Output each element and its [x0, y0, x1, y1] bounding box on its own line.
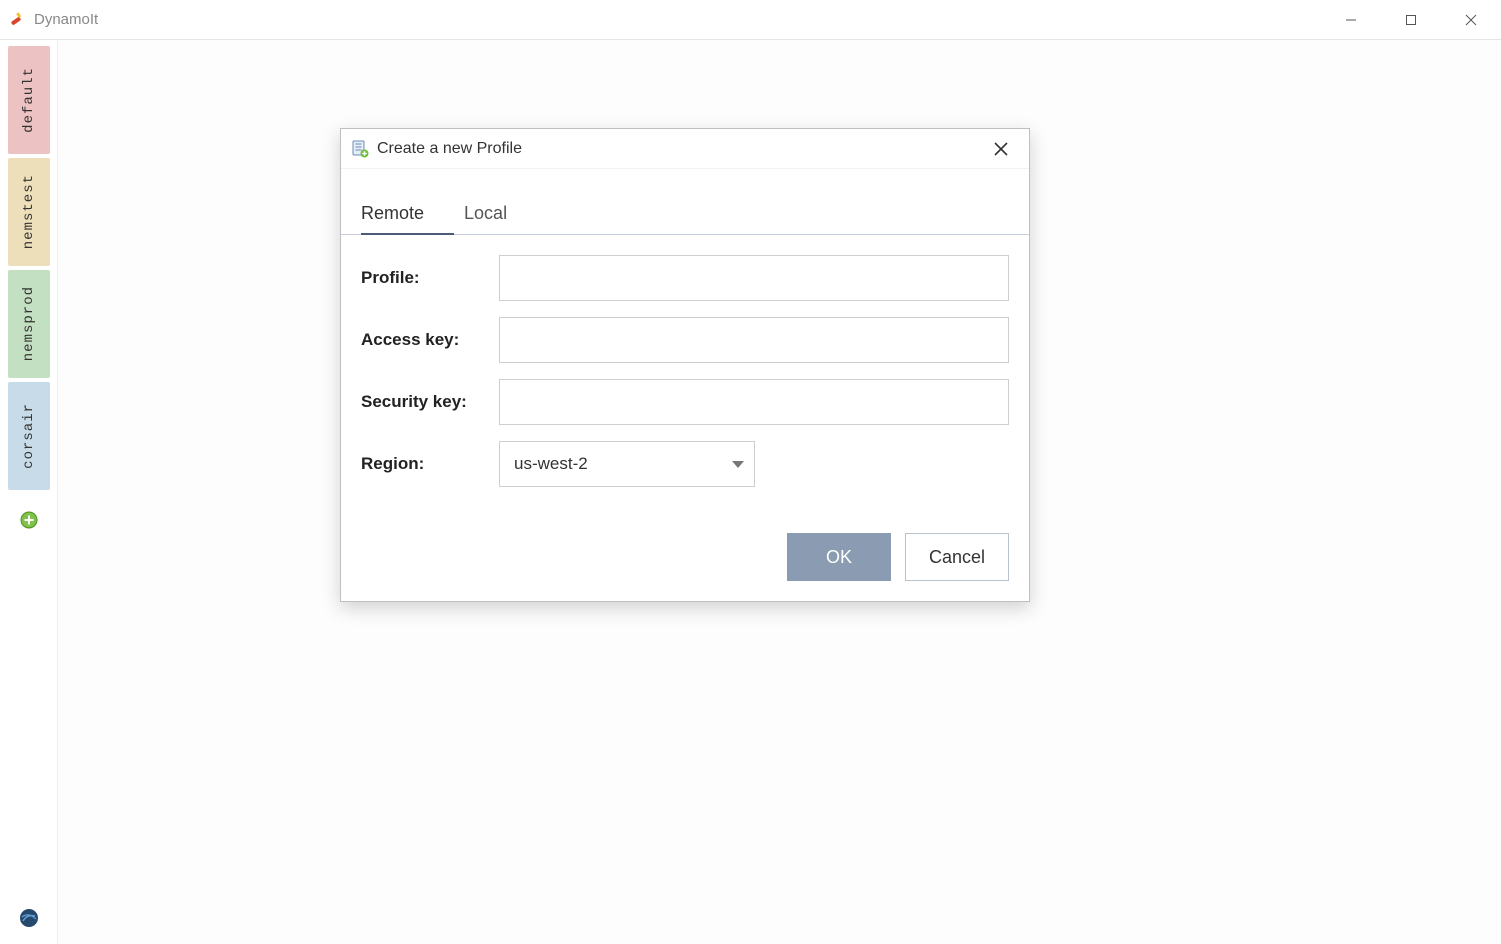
- profile-tab-label: nemstest: [21, 174, 37, 249]
- content-area: Create a new Profile Remote Local: [58, 40, 1501, 944]
- profile-tab-nemstest[interactable]: nemstest: [8, 158, 50, 266]
- window-close-button[interactable]: [1441, 0, 1501, 40]
- dialog-tabs: Remote Local: [341, 169, 1029, 235]
- profile-tab-corsair[interactable]: corsair: [8, 382, 50, 490]
- access-key-label: Access key:: [361, 330, 499, 350]
- security-key-label: Security key:: [361, 392, 499, 412]
- profile-tab-default[interactable]: default: [8, 46, 50, 154]
- profile-tab-label: nemsprod: [21, 286, 37, 361]
- profile-label: Profile:: [361, 268, 499, 288]
- profile-input[interactable]: [499, 255, 1009, 301]
- new-profile-icon: [351, 140, 369, 158]
- region-label: Region:: [361, 454, 499, 474]
- tab-remote-label: Remote: [361, 203, 424, 223]
- dialog-form: Profile: Access key: Security key: Regio…: [341, 235, 1029, 513]
- tab-local-label: Local: [464, 203, 507, 223]
- tab-remote[interactable]: Remote: [361, 195, 444, 234]
- profile-tab-label: corsair: [21, 403, 37, 469]
- add-profile-button[interactable]: [19, 510, 39, 530]
- app-icon: [8, 10, 28, 30]
- window-titlebar: DynamoIt: [0, 0, 1501, 40]
- cancel-button-label: Cancel: [929, 547, 985, 568]
- sidebar: default nemstest nemsprod corsair: [0, 40, 58, 944]
- access-key-input[interactable]: [499, 317, 1009, 363]
- window-maximize-button[interactable]: [1381, 0, 1441, 40]
- ok-button-label: OK: [826, 547, 852, 568]
- profile-tab-label: default: [21, 67, 37, 133]
- ok-button[interactable]: OK: [787, 533, 891, 581]
- chevron-down-icon: [732, 461, 744, 468]
- window-minimize-button[interactable]: [1321, 0, 1381, 40]
- region-select-value: us-west-2: [514, 454, 588, 474]
- tab-local[interactable]: Local: [464, 195, 527, 234]
- security-key-input[interactable]: [499, 379, 1009, 425]
- dialog-title: Create a new Profile: [377, 140, 522, 158]
- profile-tab-nemsprod[interactable]: nemsprod: [8, 270, 50, 378]
- cancel-button[interactable]: Cancel: [905, 533, 1009, 581]
- dialog-close-button[interactable]: [987, 135, 1015, 163]
- window-title: DynamoIt: [34, 11, 98, 28]
- settings-button[interactable]: [17, 906, 41, 930]
- create-profile-dialog: Create a new Profile Remote Local: [340, 128, 1030, 602]
- region-select[interactable]: us-west-2: [499, 441, 755, 487]
